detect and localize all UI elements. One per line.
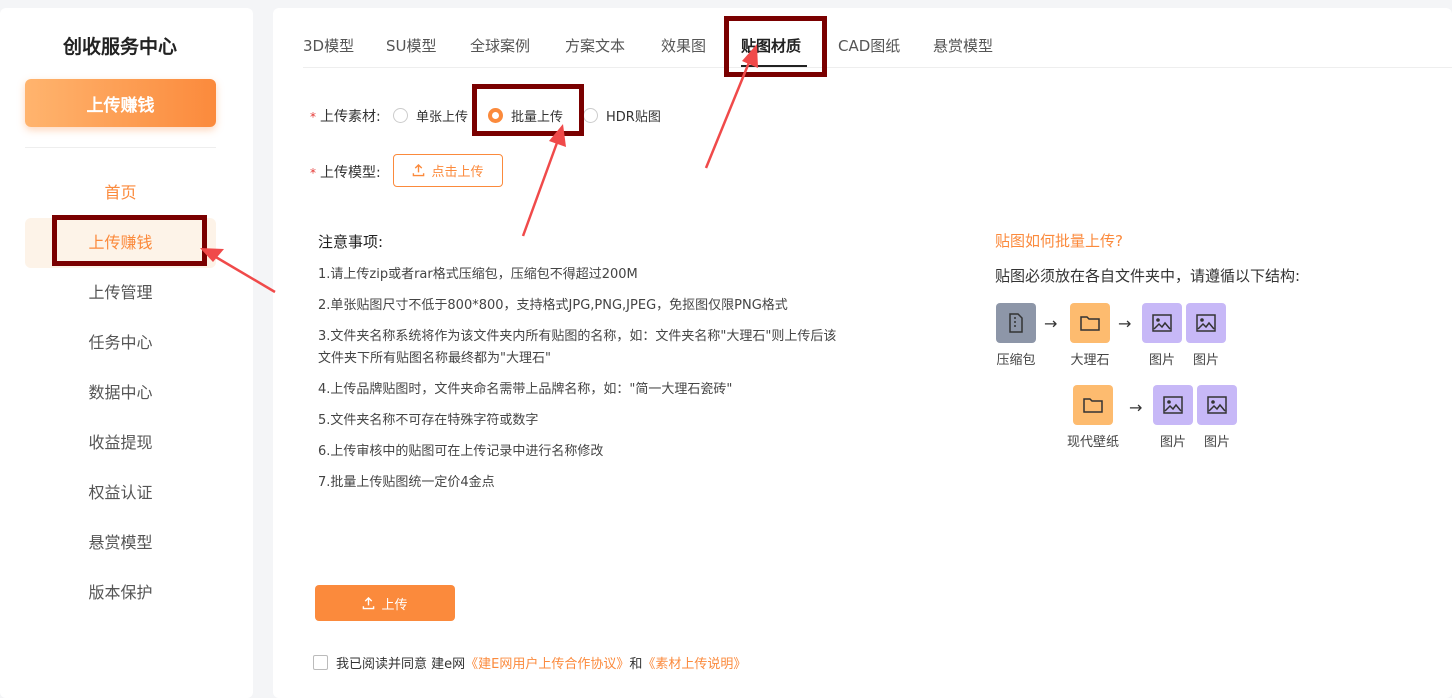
- sidebar-item-task-center[interactable]: 任务中心: [25, 318, 216, 368]
- agree-checkbox[interactable]: [313, 655, 328, 670]
- main-panel: 3D模型 SU模型 全球案例 方案文本 效果图 贴图材质 CAD图纸 悬赏模型 …: [273, 8, 1452, 698]
- tab-global-cases[interactable]: 全球案例: [470, 35, 530, 56]
- note-item: 3.文件夹名称系统将作为该文件夹内所有贴图的名称，如：文件夹名称"大理石"则上传…: [318, 329, 837, 366]
- upload-icon: [413, 164, 425, 177]
- arrow-right-icon: →: [1129, 398, 1143, 417]
- sidebar-item-bounty-model[interactable]: 悬赏模型: [25, 518, 216, 568]
- agreement-link[interactable]: 《建E网用户上传合作协议》: [465, 653, 629, 672]
- sidebar-item-certification[interactable]: 权益认证: [25, 468, 216, 518]
- agreement-row: 我已阅读并同意 建e网 《建E网用户上传合作协议》 和 《素材上传说明》: [313, 653, 746, 672]
- required-mark: *: [310, 110, 316, 124]
- notes-title: 注意事项:: [318, 233, 384, 251]
- sidebar-item-withdraw[interactable]: 收益提现: [25, 418, 216, 468]
- folder-icon: [1070, 303, 1110, 343]
- arrow-right-icon: →: [1044, 314, 1058, 333]
- tab-renderings[interactable]: 效果图: [661, 35, 706, 56]
- notes-list: 1.请上传zip或者rar格式压缩包，压缩包不得超过200M 2.单张贴图尺寸不…: [318, 264, 838, 503]
- zip-file-icon: [996, 303, 1036, 343]
- image-icon: [1142, 303, 1182, 343]
- note-item: 6.上传审核中的贴图可在上传记录中进行名称修改: [318, 444, 604, 459]
- upload-icon: [363, 596, 375, 609]
- tab-texture-material[interactable]: 贴图材质: [741, 35, 801, 56]
- note-item: 5.文件夹名称不可存在特殊字符或数字: [318, 413, 539, 428]
- note-item: 2.单张贴图尺寸不低于800*800，支持格式JPG,PNG,JPEG，免抠图仅…: [318, 298, 788, 313]
- tab-su-model[interactable]: SU模型: [386, 35, 437, 56]
- radio-hdr-texture[interactable]: HDR贴图: [583, 106, 661, 125]
- sidebar-nav: 首页 上传赚钱 上传管理 任务中心 数据中心 收益提现 权益认证 悬赏模型 版本…: [25, 168, 216, 618]
- image-icon: [1197, 385, 1237, 425]
- required-mark: *: [310, 166, 316, 180]
- sidebar-item-home[interactable]: 首页: [25, 168, 216, 218]
- tab-3d-model[interactable]: 3D模型: [303, 35, 354, 56]
- image-icon: [1153, 385, 1193, 425]
- folder-icon: [1073, 385, 1113, 425]
- radio-circle-checked: [488, 108, 503, 123]
- tab-bounty-model[interactable]: 悬赏模型: [933, 35, 993, 56]
- sidebar-item-upload-manage[interactable]: 上传管理: [25, 268, 216, 318]
- note-item: 7.批量上传贴图统一定价4金点: [318, 475, 495, 490]
- radio-batch-upload[interactable]: 批量上传: [488, 106, 563, 125]
- note-item: 4.上传品牌贴图时，文件夹命名需带上品牌名称，如："简一大理石瓷砖": [318, 382, 733, 397]
- guide-title: 贴图如何批量上传?: [995, 232, 1123, 250]
- sidebar-upload-button[interactable]: 上传赚钱: [25, 79, 216, 127]
- submit-upload-button[interactable]: 上传: [315, 585, 455, 621]
- note-item: 1.请上传zip或者rar格式压缩包，压缩包不得超过200M: [318, 267, 638, 282]
- radio-single-upload[interactable]: 单张上传: [393, 106, 468, 125]
- sidebar: 创收服务中心 上传赚钱 首页 上传赚钱 上传管理 任务中心 数据中心 收益提现 …: [0, 8, 253, 698]
- material-label: * 上传素材:: [310, 109, 381, 125]
- guide-description: 贴图必须放在各自文件夹中，请遵循以下结构:: [995, 267, 1301, 285]
- active-tab-underline: [741, 65, 807, 67]
- folder-caption-wallpaper: 现代壁纸: [1066, 435, 1119, 450]
- image-caption: 图片: [1203, 435, 1230, 450]
- sidebar-divider: [25, 147, 216, 148]
- arrow-right-icon: →: [1118, 314, 1132, 333]
- sidebar-item-data-center[interactable]: 数据中心: [25, 368, 216, 418]
- image-caption: 图片: [1192, 353, 1219, 368]
- sidebar-item-copyright[interactable]: 版本保护: [25, 568, 216, 618]
- category-tabs: 3D模型 SU模型 全球案例 方案文本 效果图 贴图材质 CAD图纸 悬赏模型: [303, 8, 1452, 68]
- tab-cad-drawing[interactable]: CAD图纸: [838, 35, 900, 56]
- sidebar-title: 创收服务中心: [62, 36, 177, 58]
- radio-circle: [583, 108, 598, 123]
- image-icon: [1186, 303, 1226, 343]
- instruction-link[interactable]: 《素材上传说明》: [642, 653, 746, 672]
- model-label: * 上传模型:: [310, 165, 381, 181]
- tab-scheme-text[interactable]: 方案文本: [565, 35, 625, 56]
- zip-caption: 压缩包: [996, 353, 1036, 368]
- folder-caption-marble: 大理石: [1070, 353, 1110, 368]
- radio-circle: [393, 108, 408, 123]
- click-upload-button[interactable]: 点击上传: [393, 154, 503, 187]
- sidebar-item-upload-earn[interactable]: 上传赚钱: [25, 218, 216, 268]
